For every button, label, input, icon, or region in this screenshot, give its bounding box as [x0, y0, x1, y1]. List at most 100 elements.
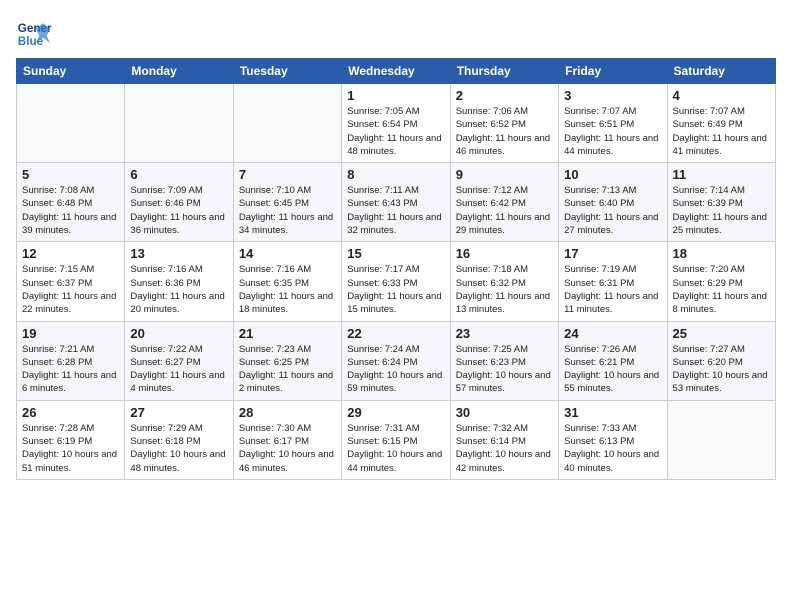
calendar-cell: 6 Sunrise: 7:09 AM Sunset: 6:46 PM Daylig…	[125, 163, 233, 242]
day-number: 4	[673, 88, 770, 103]
day-info: Sunrise: 7:19 AM Sunset: 6:31 PM Dayligh…	[564, 263, 661, 316]
day-number: 21	[239, 326, 336, 341]
day-number: 31	[564, 405, 661, 420]
day-number: 17	[564, 246, 661, 261]
day-number: 19	[22, 326, 119, 341]
day-info: Sunrise: 7:15 AM Sunset: 6:37 PM Dayligh…	[22, 263, 119, 316]
day-number: 16	[456, 246, 553, 261]
day-number: 27	[130, 405, 227, 420]
weekday-saturday: Saturday	[667, 59, 775, 84]
logo-icon: General Blue	[16, 16, 52, 52]
day-info: Sunrise: 7:11 AM Sunset: 6:43 PM Dayligh…	[347, 184, 444, 237]
day-number: 5	[22, 167, 119, 182]
week-row-3: 12 Sunrise: 7:15 AM Sunset: 6:37 PM Dayli…	[17, 242, 776, 321]
day-number: 6	[130, 167, 227, 182]
calendar-cell: 8 Sunrise: 7:11 AM Sunset: 6:43 PM Daylig…	[342, 163, 450, 242]
calendar-cell: 16 Sunrise: 7:18 AM Sunset: 6:32 PM Dayli…	[450, 242, 558, 321]
calendar-cell: 25Sunrise: 7:27 AM Sunset: 6:20 PM Dayli…	[667, 321, 775, 400]
calendar-cell: 2Sunrise: 7:06 AM Sunset: 6:52 PM Daylig…	[450, 84, 558, 163]
day-info: Sunrise: 7:16 AM Sunset: 6:35 PM Dayligh…	[239, 263, 336, 316]
calendar-cell: 12 Sunrise: 7:15 AM Sunset: 6:37 PM Dayli…	[17, 242, 125, 321]
day-number: 13	[130, 246, 227, 261]
weekday-monday: Monday	[125, 59, 233, 84]
day-info: Sunrise: 7:07 AM Sunset: 6:51 PM Dayligh…	[564, 105, 661, 158]
day-number: 7	[239, 167, 336, 182]
day-number: 22	[347, 326, 444, 341]
weekday-tuesday: Tuesday	[233, 59, 341, 84]
day-number: 18	[673, 246, 770, 261]
weekday-wednesday: Wednesday	[342, 59, 450, 84]
day-number: 15	[347, 246, 444, 261]
day-number: 10	[564, 167, 661, 182]
day-number: 28	[239, 405, 336, 420]
calendar-cell: 31 Sunrise: 7:33 AM Sunset: 6:13 PM Dayli…	[559, 400, 667, 479]
calendar-cell: 7 Sunrise: 7:10 AM Sunset: 6:45 PM Daylig…	[233, 163, 341, 242]
calendar-cell: 18 Sunrise: 7:20 AM Sunset: 6:29 PM Dayli…	[667, 242, 775, 321]
day-number: 1	[347, 88, 444, 103]
weekday-sunday: Sunday	[17, 59, 125, 84]
weekday-header-row: SundayMondayTuesdayWednesdayThursdayFrid…	[17, 59, 776, 84]
day-info: Sunrise: 7:20 AM Sunset: 6:29 PM Dayligh…	[673, 263, 770, 316]
day-number: 14	[239, 246, 336, 261]
day-number: 23	[456, 326, 553, 341]
calendar-table: SundayMondayTuesdayWednesdayThursdayFrid…	[16, 58, 776, 480]
day-number: 20	[130, 326, 227, 341]
day-info: Sunrise: 7:07 AM Sunset: 6:49 PM Dayligh…	[673, 105, 770, 158]
day-info: Sunrise: 7:22 AM Sunset: 6:27 PM Dayligh…	[130, 343, 227, 396]
day-info: Sunrise: 7:25 AM Sunset: 6:23 PM Dayligh…	[456, 343, 553, 396]
day-info: Sunrise: 7:23 AM Sunset: 6:25 PM Dayligh…	[239, 343, 336, 396]
week-row-1: 1 Sunrise: 7:05 AM Sunset: 6:54 PM Daylig…	[17, 84, 776, 163]
page-header: General Blue	[16, 16, 776, 52]
day-info: Sunrise: 7:26 AM Sunset: 6:21 PM Dayligh…	[564, 343, 661, 396]
day-number: 30	[456, 405, 553, 420]
day-info: Sunrise: 7:17 AM Sunset: 6:33 PM Dayligh…	[347, 263, 444, 316]
calendar-cell: 23 Sunrise: 7:25 AM Sunset: 6:23 PM Dayli…	[450, 321, 558, 400]
day-number: 26	[22, 405, 119, 420]
day-info: Sunrise: 7:09 AM Sunset: 6:46 PM Dayligh…	[130, 184, 227, 237]
day-number: 8	[347, 167, 444, 182]
day-number: 24	[564, 326, 661, 341]
week-row-2: 5 Sunrise: 7:08 AM Sunset: 6:48 PM Daylig…	[17, 163, 776, 242]
day-info: Sunrise: 7:29 AM Sunset: 6:18 PM Dayligh…	[130, 422, 227, 475]
day-info: Sunrise: 7:12 AM Sunset: 6:42 PM Dayligh…	[456, 184, 553, 237]
calendar-cell: 10 Sunrise: 7:13 AM Sunset: 6:40 PM Dayli…	[559, 163, 667, 242]
day-number: 29	[347, 405, 444, 420]
calendar-cell: 30Sunrise: 7:32 AM Sunset: 6:14 PM Dayli…	[450, 400, 558, 479]
calendar-cell: 21 Sunrise: 7:23 AM Sunset: 6:25 PM Dayli…	[233, 321, 341, 400]
calendar-cell	[233, 84, 341, 163]
calendar-cell: 20 Sunrise: 7:22 AM Sunset: 6:27 PM Dayli…	[125, 321, 233, 400]
calendar-cell: 22 Sunrise: 7:24 AM Sunset: 6:24 PM Dayli…	[342, 321, 450, 400]
day-info: Sunrise: 7:18 AM Sunset: 6:32 PM Dayligh…	[456, 263, 553, 316]
weekday-thursday: Thursday	[450, 59, 558, 84]
day-number: 3	[564, 88, 661, 103]
day-number: 9	[456, 167, 553, 182]
week-row-5: 26Sunrise: 7:28 AM Sunset: 6:19 PM Dayli…	[17, 400, 776, 479]
day-info: Sunrise: 7:33 AM Sunset: 6:13 PM Dayligh…	[564, 422, 661, 475]
day-info: Sunrise: 7:24 AM Sunset: 6:24 PM Dayligh…	[347, 343, 444, 396]
day-info: Sunrise: 7:13 AM Sunset: 6:40 PM Dayligh…	[564, 184, 661, 237]
calendar-cell: 29 Sunrise: 7:31 AM Sunset: 6:15 PM Dayli…	[342, 400, 450, 479]
calendar-cell	[125, 84, 233, 163]
day-number: 12	[22, 246, 119, 261]
day-info: Sunrise: 7:10 AM Sunset: 6:45 PM Dayligh…	[239, 184, 336, 237]
calendar-cell: 13 Sunrise: 7:16 AM Sunset: 6:36 PM Dayli…	[125, 242, 233, 321]
calendar-cell: 17 Sunrise: 7:19 AM Sunset: 6:31 PM Dayli…	[559, 242, 667, 321]
calendar-cell: 19 Sunrise: 7:21 AM Sunset: 6:28 PM Dayli…	[17, 321, 125, 400]
calendar-cell	[17, 84, 125, 163]
weekday-friday: Friday	[559, 59, 667, 84]
calendar-cell: 5 Sunrise: 7:08 AM Sunset: 6:48 PM Daylig…	[17, 163, 125, 242]
calendar-cell: 11Sunrise: 7:14 AM Sunset: 6:39 PM Dayli…	[667, 163, 775, 242]
calendar-cell: 3 Sunrise: 7:07 AM Sunset: 6:51 PM Daylig…	[559, 84, 667, 163]
logo: General Blue	[16, 16, 52, 52]
day-number: 25	[673, 326, 770, 341]
calendar-cell: 15 Sunrise: 7:17 AM Sunset: 6:33 PM Dayli…	[342, 242, 450, 321]
day-info: Sunrise: 7:21 AM Sunset: 6:28 PM Dayligh…	[22, 343, 119, 396]
day-info: Sunrise: 7:16 AM Sunset: 6:36 PM Dayligh…	[130, 263, 227, 316]
day-info: Sunrise: 7:31 AM Sunset: 6:15 PM Dayligh…	[347, 422, 444, 475]
day-info: Sunrise: 7:30 AM Sunset: 6:17 PM Dayligh…	[239, 422, 336, 475]
calendar-cell: 14 Sunrise: 7:16 AM Sunset: 6:35 PM Dayli…	[233, 242, 341, 321]
calendar-cell: 4 Sunrise: 7:07 AM Sunset: 6:49 PM Daylig…	[667, 84, 775, 163]
day-info: Sunrise: 7:08 AM Sunset: 6:48 PM Dayligh…	[22, 184, 119, 237]
day-info: Sunrise: 7:06 AM Sunset: 6:52 PM Dayligh…	[456, 105, 553, 158]
day-info: Sunrise: 7:05 AM Sunset: 6:54 PM Dayligh…	[347, 105, 444, 158]
